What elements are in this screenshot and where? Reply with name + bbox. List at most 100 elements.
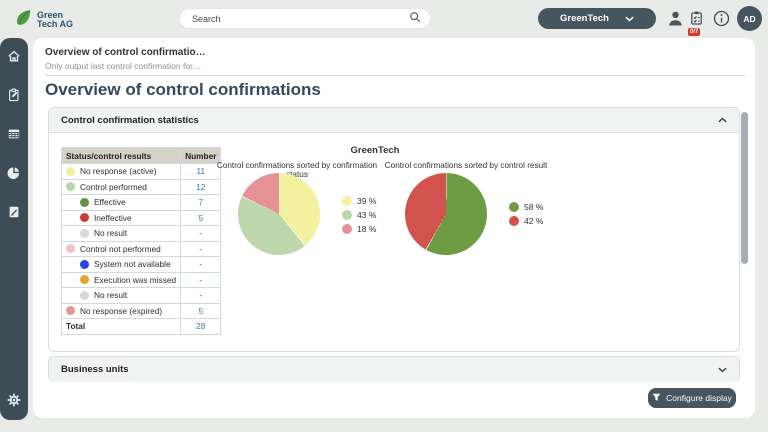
total-label: Total <box>62 319 181 335</box>
logo-text: Green Tech AG <box>37 11 73 30</box>
number-value: - <box>181 241 221 257</box>
legend-label: 43 % <box>357 210 376 220</box>
statistics-table: Status/control results Number No respons… <box>61 147 221 335</box>
checklist-icon <box>7 88 21 102</box>
breadcrumb-title[interactable]: Overview of control confirmatio… <box>45 47 206 58</box>
info-icon[interactable] <box>712 9 730 27</box>
status-dot <box>66 244 75 253</box>
table-row: No result - <box>62 226 221 242</box>
document-edit-icon <box>7 205 21 219</box>
table-row: Control performed 12 <box>62 179 221 195</box>
divider <box>45 75 745 76</box>
legend-item: 42 % <box>509 216 543 226</box>
home-icon <box>7 49 21 63</box>
status-dot <box>80 213 89 222</box>
chevron-up-icon[interactable] <box>718 117 727 123</box>
table-row: Effective 7 <box>62 195 221 211</box>
table-grid-icon <box>7 127 21 141</box>
sidebar <box>0 38 28 420</box>
status-label: No result <box>94 228 127 238</box>
pie-chart-confirmation-status <box>238 173 320 255</box>
status-dot <box>80 198 89 207</box>
tasks-clipboard-icon[interactable] <box>687 9 705 27</box>
status-dot <box>80 291 89 300</box>
chart-title-result: Control confirmations sorted by control … <box>378 161 554 170</box>
legend-item: 58 % <box>509 202 543 212</box>
number-value: - <box>181 257 221 273</box>
status-dot <box>80 275 89 284</box>
business-units-panel: Business units <box>48 356 740 382</box>
sidebar-item-checklist[interactable] <box>0 81 28 109</box>
org-selector-label: GreenTech <box>560 13 609 24</box>
number-link[interactable]: 7 <box>181 195 221 211</box>
user-icon[interactable] <box>666 9 684 27</box>
status-label: Execution was missed <box>94 275 176 285</box>
avatar[interactable]: AD <box>737 6 762 31</box>
number-link[interactable]: 5 <box>181 303 221 319</box>
legend-item: 43 % <box>342 210 376 220</box>
status-dot <box>66 182 75 191</box>
pie-chart-icon <box>7 166 21 180</box>
pie-chart-control-result <box>405 173 487 255</box>
table-row: Execution was missed- <box>62 272 221 288</box>
status-label: Control not performed <box>80 244 161 254</box>
legend-swatch <box>342 224 352 234</box>
legend-item: 39 % <box>342 196 376 206</box>
filter-funnel-icon <box>652 393 661 404</box>
status-label: Ineffective <box>94 213 132 223</box>
legend-control-result: 58 % 42 % <box>509 202 543 226</box>
legend-label: 39 % <box>357 196 376 206</box>
legend-label: 42 % <box>524 216 543 226</box>
legend-label: 18 % <box>357 224 376 234</box>
sidebar-item-documents[interactable] <box>0 198 28 226</box>
total-value-link[interactable]: 28 <box>181 319 221 335</box>
gear-icon <box>7 393 21 407</box>
breadcrumb-subtitle: Only output last control confirmation fo… <box>45 61 201 71</box>
status-label: No response (active) <box>80 166 157 176</box>
legend-swatch <box>509 202 519 212</box>
sidebar-item-home[interactable] <box>0 42 28 70</box>
legend-swatch <box>342 210 352 220</box>
legend-label: 58 % <box>524 202 543 212</box>
tasks-count-badge: 0/7 <box>688 28 700 36</box>
number-link[interactable]: 5 <box>181 210 221 226</box>
status-label: System not available <box>94 259 171 269</box>
number-value: - <box>181 226 221 242</box>
leaf-icon <box>13 7 34 33</box>
table-row: Ineffective 5 <box>62 210 221 226</box>
org-selector-button[interactable]: GreenTech <box>538 8 656 29</box>
business-units-panel-title: Business units <box>61 364 129 375</box>
status-label: No response (expired) <box>80 306 162 316</box>
table-row: System not available- <box>62 257 221 273</box>
vertical-scrollbar-thumb[interactable] <box>741 112 748 264</box>
status-dot <box>66 167 75 176</box>
sidebar-item-reports[interactable] <box>0 159 28 187</box>
chevron-down-icon[interactable] <box>718 367 727 373</box>
legend-swatch <box>509 216 519 226</box>
statistics-panel-title: Control confirmation statistics <box>61 115 199 126</box>
status-dot <box>80 260 89 269</box>
page-title: Overview of control confirmations <box>45 80 321 100</box>
search-icon[interactable] <box>409 10 421 28</box>
configure-display-button[interactable]: Configure display <box>648 388 736 408</box>
table-row: Control not performed - <box>62 241 221 257</box>
stats-table-body: No response (active)11 Control performed 1… <box>62 164 221 319</box>
table-row: No response (active)11 <box>62 164 221 180</box>
business-units-panel-header[interactable]: Business units <box>49 357 739 382</box>
sidebar-item-settings[interactable] <box>0 386 28 414</box>
chevron-down-icon <box>625 16 634 22</box>
table-row: No response (expired) 5 <box>62 303 221 319</box>
statistics-panel-header[interactable]: Control confirmation statistics <box>49 108 739 133</box>
legend-confirmation-status: 39 % 43 % 18 % <box>342 196 376 234</box>
number-link[interactable]: 12 <box>181 179 221 195</box>
legend-swatch <box>342 196 352 206</box>
search-input[interactable] <box>192 14 409 24</box>
legend-item: 18 % <box>342 224 376 234</box>
sidebar-item-table[interactable] <box>0 120 28 148</box>
table-header-row: Status/control results Number <box>62 148 221 164</box>
number-value: - <box>181 288 221 304</box>
search-bar[interactable] <box>180 9 430 28</box>
status-label: Effective <box>94 197 126 207</box>
app-logo: Green Tech AG <box>13 7 73 33</box>
status-label: Control performed <box>80 182 147 192</box>
